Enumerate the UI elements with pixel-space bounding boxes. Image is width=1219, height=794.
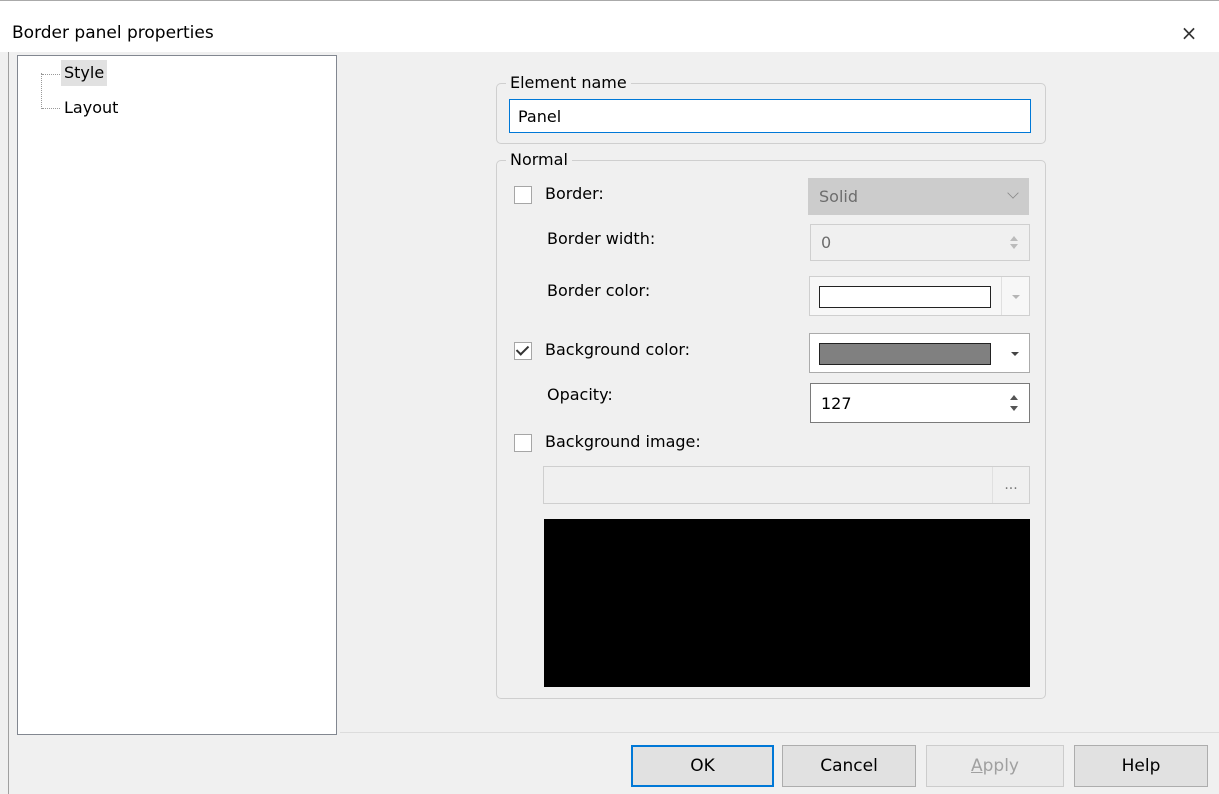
apply-accelerator: A [970, 756, 983, 776]
tree-item-style[interactable]: Style [18, 60, 218, 86]
opacity-label: Opacity: [547, 385, 613, 404]
border-color-swatch [819, 286, 991, 308]
spin-up-icon[interactable] [1010, 236, 1018, 241]
opacity-value: 127 [821, 394, 852, 413]
spin-up-icon[interactable] [1010, 395, 1018, 400]
chevron-down-icon [1007, 187, 1019, 199]
normal-legend: Normal [506, 151, 572, 169]
border-style-select[interactable]: Solid [808, 178, 1029, 215]
tree-item-layout[interactable]: Layout [18, 95, 218, 121]
background-image-path-field[interactable]: ... [543, 466, 1030, 504]
dropdown-arrow-icon [1012, 295, 1020, 299]
category-tree: Style Layout [17, 55, 337, 735]
border-width-label: Border width: [547, 229, 656, 248]
element-name-input[interactable] [509, 99, 1031, 133]
dropdown-arrow-icon [1011, 352, 1019, 356]
border-color-picker[interactable] [809, 276, 1030, 316]
browse-button[interactable]: ... [992, 467, 1029, 503]
cancel-button[interactable]: Cancel [782, 745, 916, 787]
image-preview [544, 519, 1030, 687]
element-name-field[interactable] [510, 100, 1030, 132]
opacity-stepper[interactable]: 127 [810, 383, 1030, 423]
opacity-spin-buttons[interactable] [1001, 384, 1029, 422]
background-color-checkbox[interactable] [514, 342, 532, 360]
spin-down-icon[interactable] [1010, 406, 1018, 411]
footer-separator [340, 732, 1219, 733]
border-checkbox[interactable] [514, 186, 532, 204]
background-color-dropdown[interactable] [1001, 334, 1029, 372]
help-button[interactable]: Help [1074, 745, 1208, 787]
title-bar: Border panel properties × [0, 0, 1219, 52]
apply-button[interactable]: Apply [926, 745, 1064, 787]
border-width-stepper[interactable]: 0 [810, 224, 1030, 261]
border-width-spin-buttons[interactable] [1001, 225, 1029, 260]
border-style-value: Solid [819, 187, 858, 206]
close-icon[interactable]: × [1173, 17, 1205, 49]
background-color-picker[interactable] [809, 333, 1030, 373]
background-color-label: Background color: [545, 340, 691, 359]
window-title: Border panel properties [12, 23, 214, 43]
checkmark-icon [515, 342, 530, 356]
border-width-value: 0 [821, 233, 832, 252]
element-name-legend: Element name [506, 74, 631, 92]
border-color-dropdown[interactable] [1001, 277, 1029, 315]
apply-label-rest: pply [982, 756, 1019, 776]
background-image-label: Background image: [545, 432, 701, 451]
border-label: Border: [545, 184, 604, 203]
tree-item-layout-label: Layout [64, 98, 119, 117]
tree-item-style-label: Style [61, 60, 108, 86]
ok-button[interactable]: OK [631, 745, 774, 787]
spin-down-icon[interactable] [1010, 244, 1018, 249]
background-image-checkbox[interactable] [514, 434, 532, 452]
background-color-swatch [819, 343, 991, 365]
border-color-label: Border color: [547, 281, 651, 300]
